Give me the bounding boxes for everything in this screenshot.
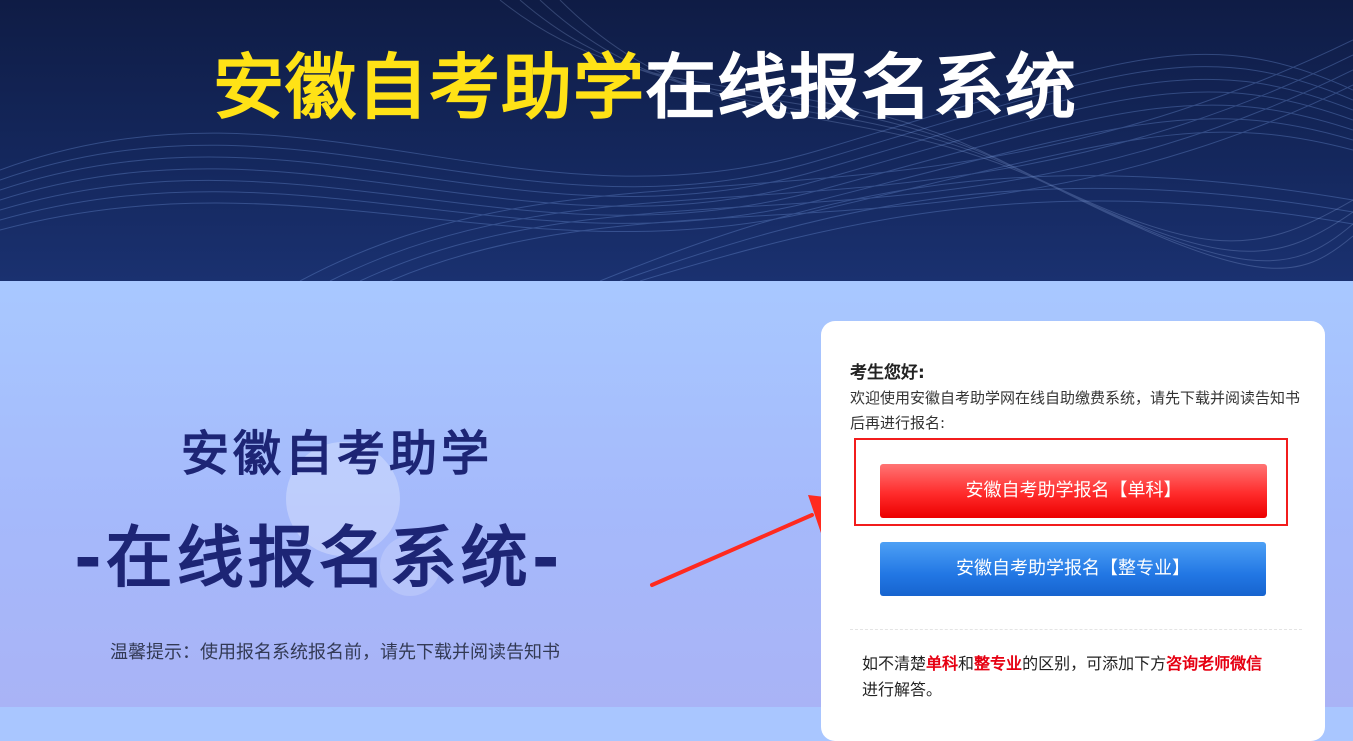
register-full-major-button[interactable]: 安徽自考助学报名【整专业】: [880, 542, 1266, 596]
registration-card: 考生您好: 欢迎使用安徽自考助学网在线自助缴费系统，请先下载并阅读告知书后再进行…: [821, 321, 1325, 741]
greeting: 考生您好:: [850, 363, 925, 383]
divider: [850, 629, 1302, 630]
difference-note: 如不清楚单科和整专业的区别，可添加下方咨询老师微信 进行解答。: [862, 654, 1263, 699]
register-single-subject-button[interactable]: 安徽自考助学报名【单科】: [880, 464, 1267, 518]
intro-text: 欢迎使用安徽自考助学网在线自助缴费系统，请先下载并阅读告知书后再进行报名:: [850, 389, 1301, 432]
